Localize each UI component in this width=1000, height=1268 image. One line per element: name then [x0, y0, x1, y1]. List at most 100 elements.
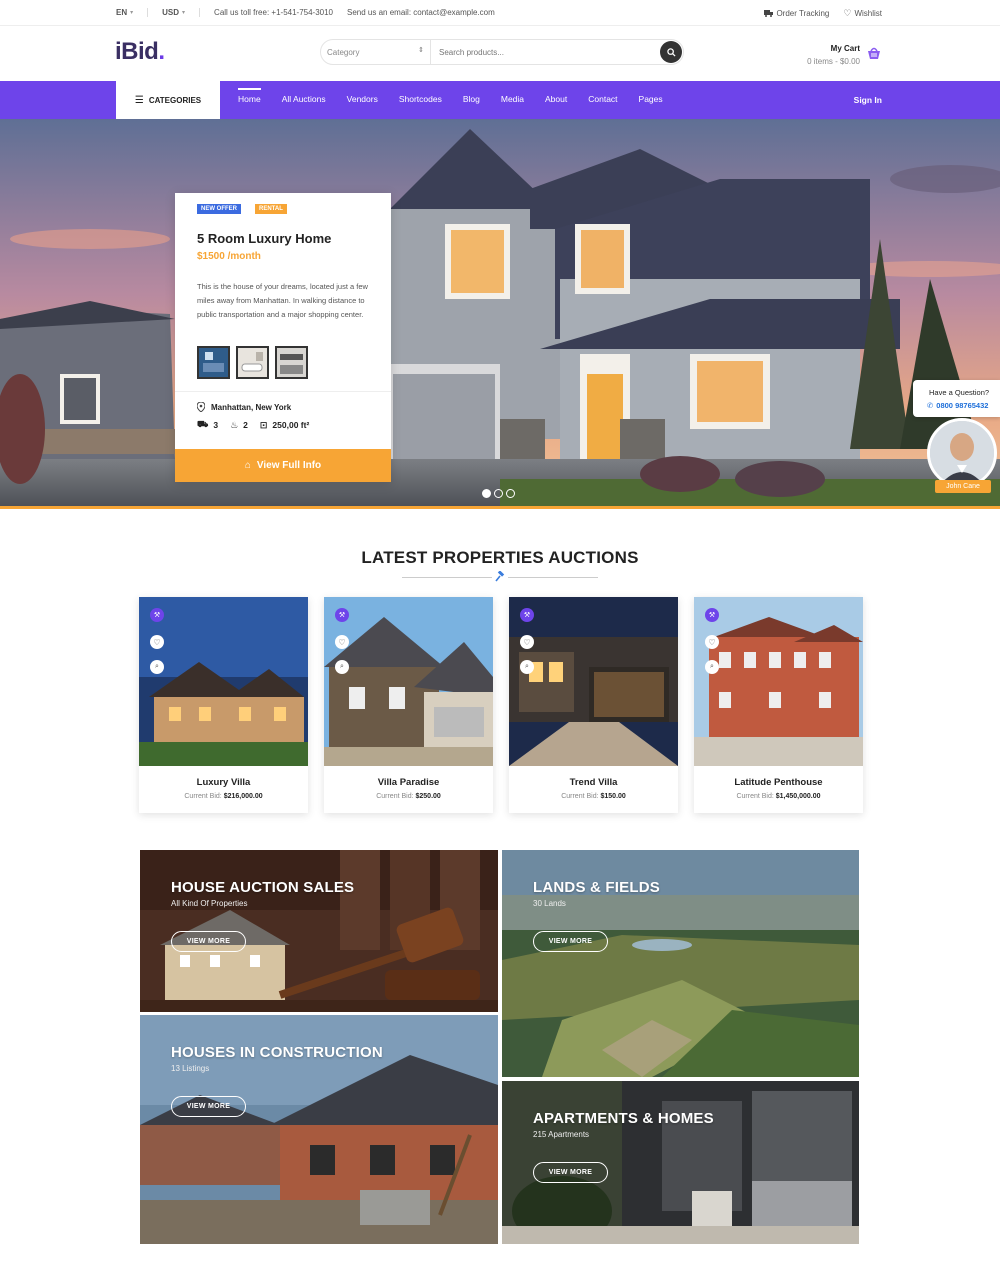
nav-about[interactable]: About: [545, 94, 567, 104]
gavel-icon: ⚒: [153, 612, 161, 619]
wishlist-button[interactable]: ♡: [705, 635, 719, 649]
auction-current-bid: Current Bid: $216,000.00: [139, 793, 308, 800]
auction-title[interactable]: Latitude Penthouse: [694, 777, 863, 788]
agent-avatar[interactable]: [927, 418, 997, 488]
auction-card[interactable]: ⚒ ♡ ⌕ Latitude Penthouse Current Bid: $1…: [694, 597, 863, 813]
gavel-icon: ⚒: [708, 612, 716, 619]
bid-label: Current Bid:: [561, 793, 599, 800]
tile-subtitle: 30 Lands: [533, 899, 566, 908]
language-selector[interactable]: EN ▾: [116, 8, 133, 17]
auction-card[interactable]: ⚒ ♡ ⌕ Luxury Villa Current Bid: $216,000…: [139, 597, 308, 813]
featured-offer-card: NEW OFFER RENTAL 5 Room Luxury Home $150…: [175, 193, 391, 482]
slider-dot-3[interactable]: [506, 489, 515, 498]
quick-view-button[interactable]: ⌕: [150, 660, 164, 674]
divider: [147, 8, 149, 17]
auction-gavel-button[interactable]: ⚒: [150, 608, 164, 622]
slider-dot-1[interactable]: [482, 489, 491, 498]
category-tile-lands-fields[interactable]: LANDS & FIELDS 30 Lands VIEW MORE: [502, 850, 859, 1077]
tile-subtitle: All Kind Of Properties: [171, 899, 248, 908]
nav-links: Home All Auctions Vendors Shortcodes Blo…: [238, 88, 684, 104]
wishlist-label: Wishlist: [854, 9, 882, 18]
thumbnail-living-room[interactable]: [197, 346, 230, 379]
site-header: iBid. Category ⇕ My Cart 0 items - $0.00: [0, 26, 1000, 81]
auction-gavel-button[interactable]: ⚒: [335, 608, 349, 622]
feature-baths: ♨ 2: [230, 420, 248, 431]
feature-beds: ⛟ 3: [197, 419, 218, 431]
auction-title[interactable]: Villa Paradise: [324, 777, 493, 788]
quick-view-button[interactable]: ⌕: [705, 660, 719, 674]
wishlist-button[interactable]: ♡: [150, 635, 164, 649]
quick-view-button[interactable]: ⌕: [335, 660, 349, 674]
category-tile-houses-construction[interactable]: HOUSES IN CONSTRUCTION 13 Listings VIEW …: [140, 1015, 498, 1244]
nav-blog[interactable]: Blog: [463, 94, 480, 104]
area-icon: ⊡: [259, 419, 268, 430]
auction-image[interactable]: [139, 597, 308, 766]
category-select[interactable]: Category ⇕: [321, 40, 431, 64]
nav-pages[interactable]: Pages: [639, 94, 663, 104]
tile-subtitle: 215 Apartments: [533, 1130, 590, 1139]
category-tile-house-auction[interactable]: HOUSE AUCTION SALES All Kind Of Properti…: [140, 850, 498, 1012]
view-more-button[interactable]: VIEW MORE: [171, 1096, 246, 1117]
site-logo[interactable]: iBid.: [115, 38, 165, 66]
view-more-button[interactable]: VIEW MORE: [533, 1162, 608, 1183]
offer-thumbnails: [197, 346, 308, 379]
bid-label: Current Bid:: [184, 793, 222, 800]
beds-value: 3: [213, 420, 219, 430]
wishlist-link[interactable]: ♡ Wishlist: [843, 8, 882, 19]
basket-icon[interactable]: [867, 46, 881, 60]
auction-title[interactable]: Luxury Villa: [139, 777, 308, 788]
order-tracking-label: Order Tracking: [776, 9, 830, 18]
nav-home[interactable]: Home: [238, 88, 261, 104]
wishlist-button[interactable]: ♡: [335, 635, 349, 649]
cart-summary: 0 items - $0.00: [807, 57, 860, 66]
heart-icon: ♡: [708, 637, 716, 647]
tile-title: HOUSE AUCTION SALES: [171, 879, 355, 896]
nav-all-auctions[interactable]: All Auctions: [282, 94, 326, 104]
view-full-info-button[interactable]: ⌂ View Full Info: [175, 449, 391, 482]
currency-selector[interactable]: USD ▾: [162, 8, 185, 17]
hero-slider: Have a Question? ✆ 0800 98765432 John Can…: [0, 119, 1000, 509]
wishlist-button[interactable]: ♡: [520, 635, 534, 649]
category-tile-apartments-homes[interactable]: APARTMENTS & HOMES 215 Apartments VIEW M…: [502, 1081, 859, 1244]
chevron-down-icon: ▾: [182, 10, 186, 16]
nav-media[interactable]: Media: [501, 94, 524, 104]
bid-value: $150.00: [600, 793, 626, 800]
nav-shortcodes[interactable]: Shortcodes: [399, 94, 442, 104]
bid-value: $250.00: [415, 793, 441, 800]
auction-card[interactable]: ⚒ ♡ ⌕ Villa Paradise Current Bid: $250.0…: [324, 597, 493, 813]
offer-title[interactable]: 5 Room Luxury Home: [197, 231, 331, 246]
auction-image[interactable]: [694, 597, 863, 766]
thumbnail-kitchen[interactable]: [275, 346, 308, 379]
auction-gavel-button[interactable]: ⚒: [520, 608, 534, 622]
categories-button[interactable]: ☰ CATEGORIES: [116, 81, 220, 119]
title-underline-right: [508, 577, 598, 578]
thumbnail-bathroom[interactable]: [236, 346, 269, 379]
auction-gavel-button[interactable]: ⚒: [705, 608, 719, 622]
mini-cart[interactable]: My Cart 0 items - $0.00: [807, 44, 860, 66]
sign-in-link[interactable]: Sign In: [854, 95, 882, 105]
view-more-button[interactable]: VIEW MORE: [533, 931, 608, 952]
auction-image[interactable]: [509, 597, 678, 766]
slider-dot-2[interactable]: [494, 489, 503, 498]
section-title: LATEST PROPERTIES AUCTIONS: [361, 548, 639, 567]
quick-view-button[interactable]: ⌕: [520, 660, 534, 674]
auction-title[interactable]: Trend Villa: [509, 777, 678, 788]
auction-image[interactable]: [324, 597, 493, 766]
search-input[interactable]: [439, 45, 639, 59]
order-tracking-link[interactable]: Order Tracking: [764, 9, 829, 18]
map-pin-icon: [197, 402, 205, 412]
auction-card[interactable]: ⚒ ♡ ⌕ Trend Villa Current Bid: $150.00: [509, 597, 678, 813]
heart-icon: ♡: [153, 637, 161, 647]
contact-email[interactable]: Send us an email: contact@example.com: [347, 8, 495, 17]
search-icon: ⌕: [710, 663, 714, 670]
search-button[interactable]: [660, 41, 682, 63]
car-icon: ⛟: [197, 419, 209, 429]
view-more-button[interactable]: VIEW MORE: [171, 931, 246, 952]
nav-vendors[interactable]: Vendors: [347, 94, 378, 104]
currency-label: USD: [162, 8, 180, 17]
heart-icon: ♡: [843, 8, 852, 18]
baths-value: 2: [243, 420, 248, 430]
nav-contact[interactable]: Contact: [588, 94, 617, 104]
contact-question-box[interactable]: Have a Question? ✆ 0800 98765432: [913, 380, 1000, 417]
contact-phone[interactable]: ✆ 0800 98765432: [927, 401, 988, 410]
